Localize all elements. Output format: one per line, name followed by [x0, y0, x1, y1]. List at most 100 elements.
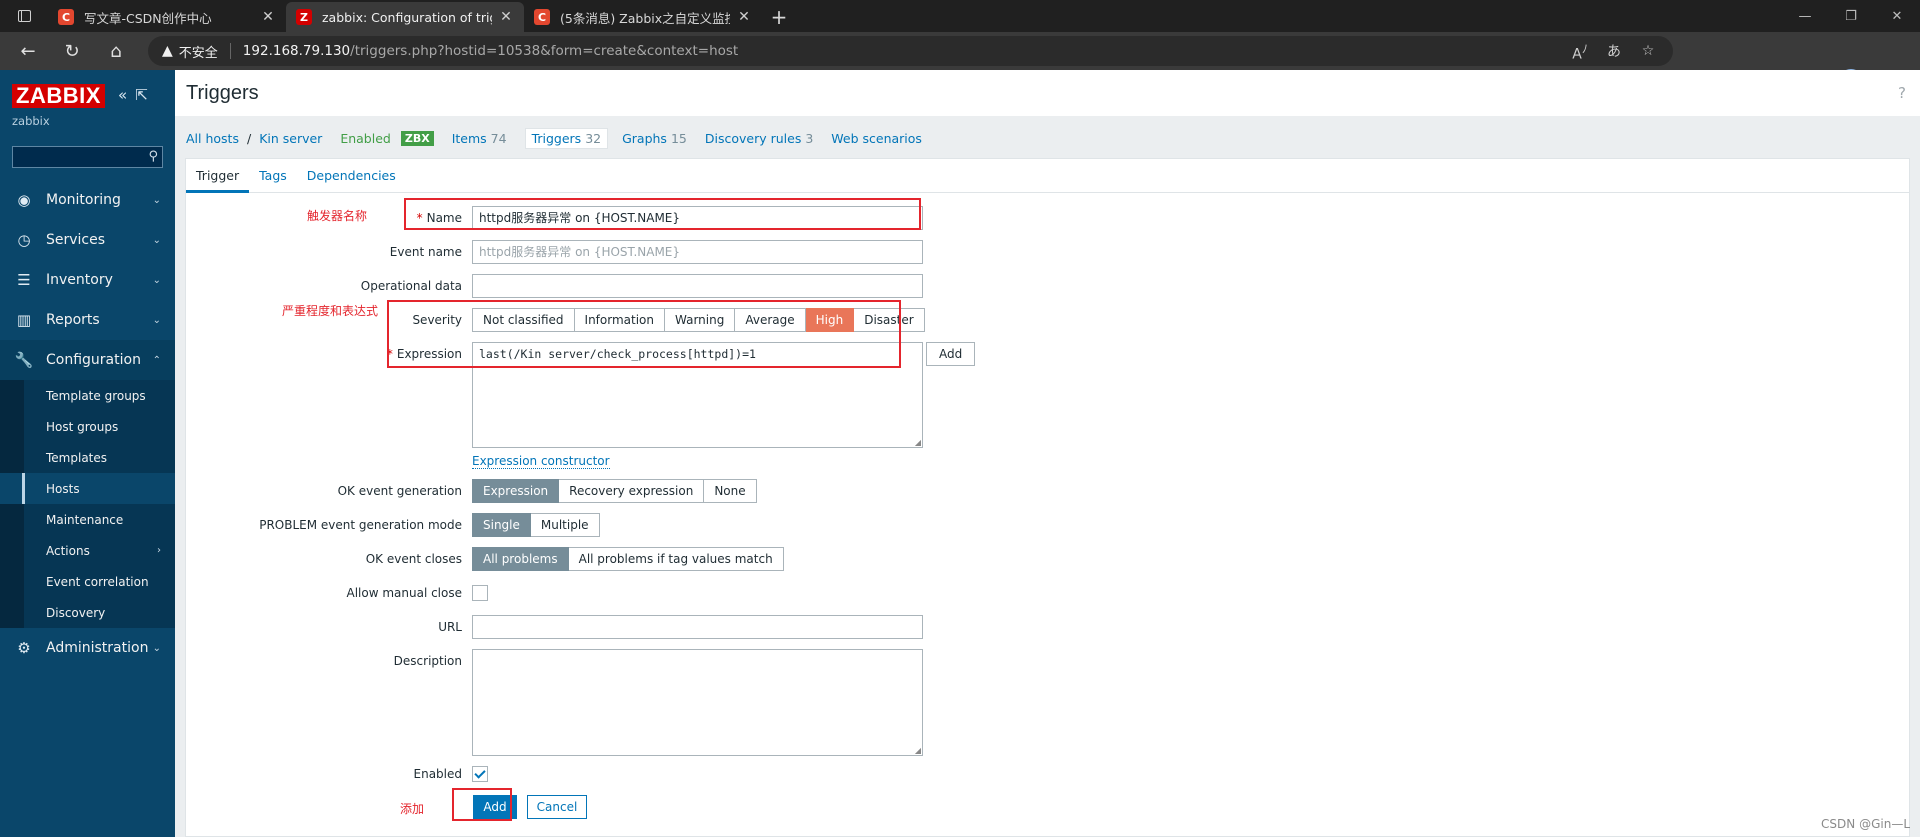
- tab-title: (5条消息) Zabbix之自定义监控配: [560, 10, 730, 26]
- sidebar-item-administration[interactable]: ⚙ Administration ⌄: [0, 628, 175, 668]
- enabled-label: Enabled: [413, 767, 463, 781]
- host-status-enabled[interactable]: Enabled: [340, 131, 391, 146]
- address-bar[interactable]: ▲ 不安全 192.168.79.130 /triggers.php?hosti…: [148, 36, 1673, 66]
- expression-constructor-link[interactable]: Expression constructor: [472, 454, 610, 469]
- sidebar-item-label: Actions: [46, 543, 90, 558]
- restore-icon[interactable]: ❐: [1828, 0, 1874, 32]
- sidebar-item-reports[interactable]: ▥ Reports ⌄: [0, 300, 175, 340]
- sidebar-item-maintenance[interactable]: Maintenance: [0, 504, 175, 535]
- zbx-availability-badge: ZBX: [400, 130, 434, 146]
- new-tab-icon[interactable]: +: [762, 2, 796, 32]
- ok-closes-all-problems[interactable]: All problems: [472, 547, 569, 571]
- home-icon[interactable]: ⌂: [94, 32, 138, 70]
- chevron-down-icon: ⌄: [152, 234, 161, 246]
- description-textarea[interactable]: ◢: [472, 649, 923, 756]
- sidebar-item-template-groups[interactable]: Template groups: [0, 380, 175, 411]
- tab-close-icon[interactable]: ✕: [260, 9, 276, 25]
- breadcrumb-discovery-rules[interactable]: Discovery rules 3: [705, 131, 813, 146]
- ok-event-generation-label: OK event generation: [337, 484, 462, 498]
- sidebar-item-label: Inventory: [46, 272, 113, 288]
- browser-tab-zabbix-triggers[interactable]: Z zabbix: Configuration of triggers ✕: [286, 2, 524, 32]
- tab-actions-icon[interactable]: [0, 0, 48, 32]
- tab-close-icon[interactable]: ✕: [498, 9, 514, 25]
- sidebar-search-input[interactable]: ⚲: [12, 146, 163, 168]
- ok-gen-recovery-expression[interactable]: Recovery expression: [559, 479, 705, 503]
- zabbix-logo[interactable]: ZABBIX: [12, 84, 105, 108]
- event-name-label: Event name: [389, 245, 462, 259]
- url-input[interactable]: [472, 615, 923, 639]
- breadcrumb-triggers[interactable]: Triggers 32: [524, 127, 609, 149]
- breadcrumb-all-hosts[interactable]: All hosts: [186, 131, 239, 146]
- problem-mode-multiple[interactable]: Multiple: [530, 513, 600, 537]
- event-name-input[interactable]: httpd服务器异常 on {HOST.NAME}: [472, 240, 923, 264]
- cancel-button[interactable]: Cancel: [527, 795, 587, 819]
- annotation-add: 添加: [400, 802, 425, 816]
- sidebar-item-label: Administration: [46, 640, 149, 656]
- window-close-icon[interactable]: ✕: [1874, 0, 1920, 32]
- count: 15: [670, 130, 687, 146]
- clock-icon: ◷: [17, 231, 31, 249]
- ok-gen-none[interactable]: None: [704, 479, 757, 503]
- sidebar-item-inventory[interactable]: ☰ Inventory ⌄: [0, 260, 175, 300]
- resize-handle-icon[interactable]: ◢: [915, 746, 921, 755]
- collapse-sidebar-icon[interactable]: «: [118, 86, 127, 104]
- csdn-favicon-icon: C: [58, 9, 74, 25]
- breadcrumb-label: Graphs: [622, 130, 667, 146]
- insecure-label[interactable]: 不安全: [179, 42, 218, 61]
- help-icon[interactable]: ?: [1898, 84, 1906, 102]
- enabled-checkbox[interactable]: [472, 766, 488, 782]
- add-expression-button[interactable]: Add: [926, 342, 976, 366]
- translate-icon[interactable]: あ: [1597, 41, 1631, 61]
- sidebar-item-label: Monitoring: [46, 192, 121, 208]
- count: 3: [805, 130, 814, 146]
- annotation-severity-expression: 严重程度和表达式: [282, 304, 379, 318]
- ok-gen-expression[interactable]: Expression: [472, 479, 560, 503]
- sidebar-item-host-groups[interactable]: Host groups: [0, 411, 175, 442]
- csdn-favicon-icon: C: [534, 9, 550, 25]
- tab-trigger[interactable]: Trigger: [186, 159, 250, 193]
- sidebar-item-configuration[interactable]: 🔧 Configuration ⌃: [0, 340, 175, 380]
- back-icon[interactable]: ←: [6, 32, 50, 70]
- tab-dependencies[interactable]: Dependencies: [297, 159, 406, 192]
- breadcrumb-web-scenarios[interactable]: Web scenarios: [831, 131, 922, 146]
- minimize-icon[interactable]: —: [1782, 0, 1828, 32]
- sidebar-item-discovery[interactable]: Discovery: [0, 597, 175, 628]
- breadcrumb-host[interactable]: Kin server: [259, 131, 322, 146]
- chevron-down-icon: ⌄: [152, 642, 161, 654]
- ok-event-generation-selector: Expression Recovery expression None: [472, 479, 757, 503]
- sidebar-item-services[interactable]: ◷ Services ⌄: [0, 220, 175, 260]
- breadcrumb-graphs[interactable]: Graphs 15: [622, 131, 687, 146]
- zabbix-favicon-icon: Z: [296, 9, 312, 25]
- wrench-icon: 🔧: [14, 351, 34, 369]
- refresh-icon[interactable]: ↻: [50, 32, 94, 70]
- sidebar-item-hosts[interactable]: Hosts: [0, 473, 175, 504]
- form-tabs: Trigger Tags Dependencies: [186, 159, 1909, 193]
- read-aloud-icon[interactable]: Aﾉ: [1563, 40, 1597, 63]
- tab-title: 写文章-CSDN创作中心: [84, 10, 212, 26]
- kiosk-mode-icon[interactable]: ⇱: [135, 86, 148, 104]
- resize-handle-icon[interactable]: ◢: [915, 438, 921, 447]
- ok-closes-tag-match[interactable]: All problems if tag values match: [568, 547, 784, 571]
- main-content: Triggers ? All hosts / Kin server Enable…: [175, 70, 1920, 837]
- breadcrumb-items[interactable]: Items 74: [452, 131, 507, 146]
- problem-mode-single[interactable]: Single: [472, 513, 531, 537]
- sidebar-item-event-correlation[interactable]: Event correlation: [0, 566, 175, 597]
- warning-icon[interactable]: ▲: [162, 43, 173, 59]
- sidebar-item-actions[interactable]: Actions ›: [0, 535, 175, 566]
- sidebar-item-label: Services: [46, 232, 106, 248]
- sidebar-item-templates[interactable]: Templates: [0, 442, 175, 473]
- annotation-box-name: [404, 198, 921, 230]
- tab-close-icon[interactable]: ✕: [736, 9, 752, 25]
- favorite-star-icon[interactable]: ☆: [1631, 43, 1665, 59]
- search-icon[interactable]: ⚲: [148, 149, 158, 164]
- url-host: 192.168.79.130: [242, 43, 351, 59]
- tab-tags[interactable]: Tags: [249, 159, 297, 192]
- browser-tab-csdn-article[interactable]: C (5条消息) Zabbix之自定义监控配 ✕: [524, 2, 762, 32]
- description-label: Description: [393, 654, 462, 668]
- server-name: zabbix: [12, 114, 50, 128]
- sidebar-item-monitoring[interactable]: ◉ Monitoring ⌄: [0, 180, 175, 220]
- manual-close-checkbox[interactable]: [472, 585, 488, 601]
- operational-data-input[interactable]: [472, 274, 923, 298]
- browser-tab-strip: C 写文章-CSDN创作中心 ✕ Z zabbix: Configuration…: [0, 0, 1920, 32]
- browser-tab-csdn-editor[interactable]: C 写文章-CSDN创作中心 ✕: [48, 2, 286, 32]
